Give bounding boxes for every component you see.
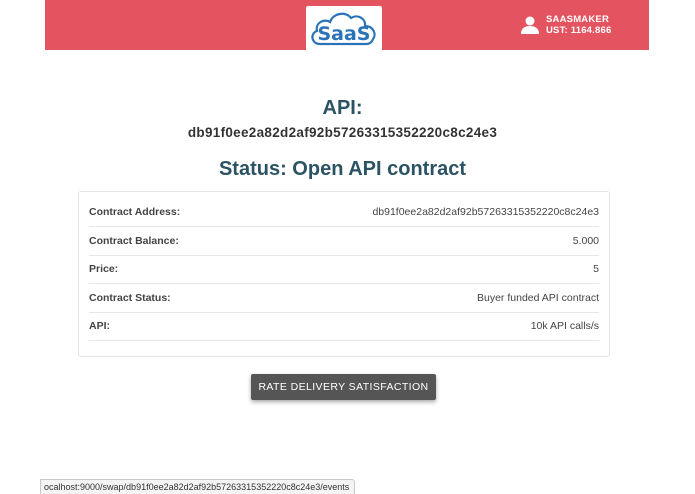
row-label: Price: (89, 263, 119, 275)
contract-row: API: 10k API calls/s (89, 312, 599, 341)
row-value: 5 (593, 263, 599, 275)
logo-text: SaaS (317, 23, 370, 45)
user-account[interactable]: SAASMAKER UST: 1164.866 (520, 13, 611, 37)
user-balance: UST: 1164.866 (546, 25, 612, 36)
user-info: SAASMAKER UST: 1164.866 (546, 14, 611, 36)
saas-logo[interactable]: SaaS (306, 6, 382, 53)
row-value: 10k API calls/s (530, 320, 599, 332)
contract-row: Price: 5 (89, 255, 599, 284)
row-label: Contract Address: (89, 206, 181, 218)
rate-delivery-button[interactable]: RATE DELIVERY SATISFACTION (251, 374, 436, 400)
cloud-icon: SaaS (311, 12, 376, 46)
app-header: SaaS SAASMAKER UST: 1164.866 (45, 0, 649, 53)
user-name: SAASMAKER (546, 14, 610, 25)
row-value: db91f0ee2a82d2af92b57263315352220c8c24e3 (372, 206, 599, 218)
row-value: Buyer funded API contract (477, 292, 599, 304)
contract-row: Contract Address: db91f0ee2a82d2af92b572… (89, 198, 599, 227)
row-label: Contract Balance: (89, 235, 179, 247)
row-value: 5.000 (572, 235, 599, 247)
contract-row: Contract Balance: 5.000 (89, 227, 599, 256)
api-heading: API: (322, 97, 363, 119)
row-label: Contract Status: (89, 292, 171, 304)
api-hash: db91f0ee2a82d2af92b57263315352220c8c24e3 (187, 125, 498, 140)
user-icon (521, 16, 539, 34)
contract-details-card: Contract Address: db91f0ee2a82d2af92b572… (78, 191, 610, 357)
status-heading: Status: Open API contract (218, 158, 467, 180)
contract-row: Contract Status: Buyer funded API contra… (89, 284, 599, 313)
browser-status-bar: ocalhost:9000/swap/db91f0ee2a82d2af92b57… (40, 479, 356, 494)
row-label: API: (89, 320, 110, 332)
